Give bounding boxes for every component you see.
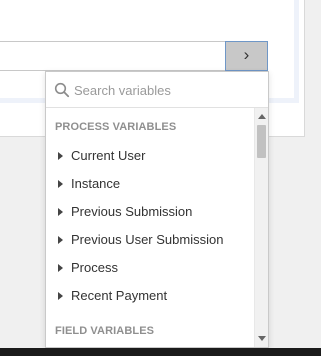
search-variables-input[interactable] <box>74 77 260 103</box>
variable-list: PROCESS VARIABLES Current User Instance … <box>46 108 254 347</box>
caret-right-icon <box>58 264 63 272</box>
scrollbar-thumb[interactable] <box>257 125 266 158</box>
variable-list-scrollbar[interactable] <box>254 108 268 347</box>
search-row <box>46 72 268 108</box>
section-label-process-variables: PROCESS VARIABLES <box>55 121 177 133</box>
caret-right-icon <box>58 180 63 188</box>
variable-item-label: Current User <box>71 148 146 163</box>
chevron-right-icon: › <box>243 45 250 64</box>
variable-picker-toggle-button[interactable]: › <box>225 41 268 71</box>
variable-picker-dropdown: PROCESS VARIABLES Current User Instance … <box>45 71 269 348</box>
caret-right-icon <box>58 292 63 300</box>
variable-item-label: Instance <box>71 176 121 191</box>
variable-item-previous-user-submission[interactable]: Previous User Submission <box>46 226 252 254</box>
variable-item-current-user[interactable]: Current User <box>46 142 252 170</box>
variable-item-label: Process <box>71 260 118 275</box>
variable-item-previous-submission[interactable]: Previous Submission <box>46 198 252 226</box>
variable-item-label: Recent Payment <box>71 288 168 303</box>
scroll-up-icon[interactable] <box>258 114 266 119</box>
variable-item-process[interactable]: Process <box>46 254 252 282</box>
scroll-down-icon[interactable] <box>258 336 266 341</box>
variable-item-instance[interactable]: Instance <box>46 170 252 198</box>
caret-right-icon <box>58 236 63 244</box>
bottom-bar <box>0 348 321 356</box>
caret-right-icon <box>58 208 63 216</box>
variable-item-label: Previous User Submission <box>71 232 224 247</box>
section-label-field-variables: FIELD VARIABLES <box>55 325 155 337</box>
variable-item-label: Previous Submission <box>71 204 193 219</box>
variable-item-recent-payment[interactable]: Recent Payment <box>46 282 252 310</box>
search-icon <box>54 82 70 98</box>
caret-right-icon <box>58 152 63 160</box>
